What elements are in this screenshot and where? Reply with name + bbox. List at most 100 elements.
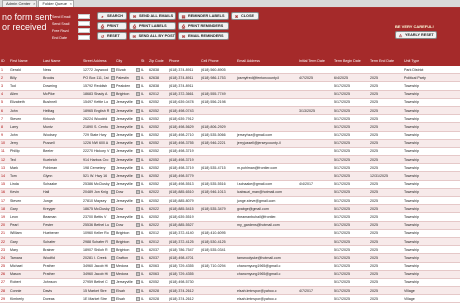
table-row[interactable]: 25 Michael Prather 34960 Jacob Hi ▾ Medora ▾ IL… bbox=[0, 263, 460, 271]
cell-term-end-date[interactable]: 2025 bbox=[369, 109, 403, 113]
cell-phone[interactable]: (618) 498-3755 bbox=[168, 141, 200, 145]
cell-city[interactable]: Medora ▾ bbox=[115, 264, 140, 269]
table-row[interactable]: 15 Linda Schaake 25386 McClusky ▾ Jerseyville… bbox=[0, 181, 460, 189]
cell-cell-phone[interactable]: (618) 535-5066 bbox=[200, 133, 236, 137]
cell-state[interactable]: IL bbox=[140, 125, 148, 129]
cell-email-address[interactable]: chancmyung1965@gmail.c bbox=[236, 272, 298, 276]
cell-unit-type[interactable]: Township bbox=[403, 174, 439, 178]
table-row[interactable]: 29 Kimberly Doreas 1E Market Stre ▾ Elsah ▾ IL 6… bbox=[0, 295, 460, 303]
cell-city[interactable]: Brighton ▾ bbox=[115, 239, 140, 244]
cell-unit-type[interactable]: Township bbox=[403, 231, 439, 235]
cell-street-address[interactable]: 25386 McClusky ▾ bbox=[82, 182, 115, 187]
cell-phone[interactable]: (618) 885-6510 bbox=[168, 190, 200, 194]
cell-last-name[interactable]: Prather bbox=[42, 272, 82, 276]
cell-street-address[interactable]: 25536 Bethel Lu ▾ bbox=[82, 223, 115, 228]
cell-term-begin-date[interactable]: 5/17/2025 bbox=[333, 240, 369, 244]
cell-phone[interactable]: (618) 498-5629 bbox=[168, 125, 200, 129]
filter-input[interactable] bbox=[78, 35, 90, 40]
table-row[interactable]: 17 Steven Junge 27810 Maysey ▾ Jerseyville ▾ IL… bbox=[0, 197, 460, 206]
cell-zip-code[interactable]: 62012 bbox=[148, 231, 168, 235]
cell-phone[interactable]: (618) 729-4355 bbox=[168, 264, 200, 268]
cell-last-name[interactable]: Pohlman bbox=[42, 166, 82, 170]
cell-state[interactable]: IL bbox=[140, 248, 148, 252]
column-header-unit-type[interactable]: Unit Type bbox=[403, 59, 439, 63]
cell-state[interactable]: IL bbox=[140, 207, 148, 211]
table-row[interactable]: 26 Mason Prather 34960 Jacob Hi ▾ Medora ▾ IL 62… bbox=[0, 270, 460, 279]
cell-last-name[interactable]: Kuebrich bbox=[42, 158, 82, 162]
cell-unit-type[interactable]: Township bbox=[403, 280, 439, 284]
cell-state[interactable]: IL bbox=[140, 231, 148, 235]
cell-state[interactable]: IL bbox=[140, 256, 148, 260]
cell-last-name[interactable]: Ness bbox=[42, 68, 82, 72]
cell-phone[interactable]: (618) 374-2612 bbox=[168, 297, 200, 301]
column-header-last-name[interactable]: Last Name bbox=[42, 59, 82, 63]
cell-term-end-date[interactable]: 2025 bbox=[369, 158, 403, 162]
cell-phone[interactable]: (618) 498-5513 bbox=[168, 182, 200, 186]
cell-cell-phone[interactable]: (618) 946-2221 bbox=[200, 141, 236, 145]
cell-city[interactable]: Jerseyville ▾ bbox=[115, 198, 140, 203]
cell-term-begin-date[interactable]: 5/17/2025 bbox=[333, 133, 369, 137]
cell-phone[interactable]: (618) 374-8911 bbox=[168, 84, 200, 88]
cell-street-address[interactable]: 20281 I. Creek ▾ bbox=[82, 255, 115, 260]
cell-state[interactable]: IL bbox=[140, 149, 148, 153]
cell-city[interactable]: Medora ▾ bbox=[115, 272, 140, 277]
cell-email-address[interactable]: l.schaake@gmail.com bbox=[236, 182, 298, 186]
cell-first-name[interactable]: John bbox=[9, 109, 42, 113]
cell-term-end-date[interactable]: 2025 bbox=[369, 182, 403, 186]
cell-id[interactable]: 2 bbox=[0, 76, 9, 80]
cell-id[interactable]: 12 bbox=[0, 158, 9, 162]
cell-phone[interactable]: (618) 498-5730 bbox=[168, 280, 200, 284]
cell-email-address[interactable]: jerryjussell@jerseycounty-il bbox=[236, 141, 298, 145]
cell-first-name[interactable]: Kevin bbox=[9, 190, 42, 194]
cell-first-name[interactable]: Kimberly bbox=[9, 297, 42, 301]
cell-city[interactable]: Brighton ▾ bbox=[115, 231, 140, 236]
cell-id[interactable]: 14 bbox=[0, 174, 9, 178]
cell-first-name[interactable]: William bbox=[9, 231, 42, 235]
cell-phone[interactable]: (618) 639-0478 bbox=[168, 100, 200, 104]
cell-term-begin-date[interactable]: 5/17/2025 bbox=[333, 272, 369, 276]
cell-term-end-date[interactable]: 2025 bbox=[369, 141, 403, 145]
cell-last-name[interactable]: Helltag bbox=[42, 109, 82, 113]
cell-street-address[interactable]: 27810 Maysey ▾ bbox=[82, 198, 115, 203]
cell-first-name[interactable]: Mason bbox=[9, 272, 42, 276]
cell-street-address[interactable]: 1226 NW 600 A ▾ bbox=[82, 141, 115, 146]
cell-phone[interactable]: (618) 372-4140 bbox=[168, 231, 200, 235]
close-icon[interactable]: × bbox=[33, 1, 35, 7]
cell-phone[interactable]: (618) 374-2612 bbox=[168, 289, 200, 293]
cell-term-end-date[interactable]: 2025 bbox=[369, 272, 403, 276]
cell-first-name[interactable]: Ted bbox=[9, 158, 42, 162]
cell-last-name[interactable]: Johnson bbox=[42, 280, 82, 284]
cell-phone[interactable]: (618) 374-8911 bbox=[168, 68, 200, 72]
cell-email-address[interactable]: my_gardens@hotmail.com bbox=[236, 223, 298, 227]
print-button[interactable]: ⎙ PRINT bbox=[97, 22, 127, 30]
cell-initial-term-date[interactable]: 4/7/2025 bbox=[298, 76, 333, 80]
cell-term-end-date[interactable]: 2025 bbox=[369, 133, 403, 137]
column-header-street-address[interactable]: Street Address bbox=[82, 59, 115, 63]
cell-zip-code[interactable]: 62052 bbox=[148, 125, 168, 129]
cell-id[interactable]: 15 bbox=[0, 182, 9, 186]
cell-first-name[interactable]: Phillip bbox=[9, 149, 42, 153]
cell-last-name[interactable]: Huebener bbox=[42, 231, 82, 235]
cell-term-begin-date[interactable]: 5/17/2025 bbox=[333, 199, 369, 203]
cell-term-end-date[interactable]: 2025 bbox=[369, 117, 403, 121]
table-row[interactable]: 4 Allen McPike 18683 Shady A ▾ Brighton ▾ IL 620… bbox=[0, 90, 460, 99]
cell-zip-code[interactable]: 62052 bbox=[148, 141, 168, 145]
cell-email-address[interactable]: tamwoolyske@hotmail.com bbox=[236, 256, 298, 260]
tab-admin-center[interactable]: Admin Center × bbox=[2, 0, 38, 7]
cell-street-address[interactable]: 22270 Hickory V ▾ bbox=[82, 149, 115, 154]
cell-last-name[interactable]: Woolsey bbox=[42, 133, 82, 137]
cell-id[interactable]: 24 bbox=[0, 256, 9, 260]
cell-term-begin-date[interactable]: 5/17/2025 bbox=[333, 166, 369, 170]
table-row[interactable]: 11 Phillip Beeler 22270 Hickory V ▾ Jerseyvil… bbox=[0, 148, 460, 157]
cell-term-end-date[interactable]: 2025 bbox=[369, 84, 403, 88]
tab-folder-queue[interactable]: Folder Queue × bbox=[38, 0, 74, 7]
cell-last-name[interactable]: Beaman bbox=[42, 215, 82, 219]
cell-unit-type[interactable]: Township bbox=[403, 125, 439, 129]
cell-email-address[interactable]: rbeamanbuhail@frontier. bbox=[236, 215, 298, 219]
cell-email-address[interactable]: lcabsuzi_man@hotmail.com bbox=[236, 190, 298, 194]
cell-zip-code[interactable]: 62028 bbox=[148, 289, 168, 293]
cell-zip-code[interactable]: 62052 bbox=[148, 174, 168, 178]
cell-city[interactable]: Jerseyville ▾ bbox=[115, 165, 140, 170]
table-row[interactable]: 10 Jerry Pussell 1226 NW 600 A ▾ Jerseyville ▾… bbox=[0, 139, 460, 148]
cell-phone[interactable]: (618) 372-4125 bbox=[168, 240, 200, 244]
